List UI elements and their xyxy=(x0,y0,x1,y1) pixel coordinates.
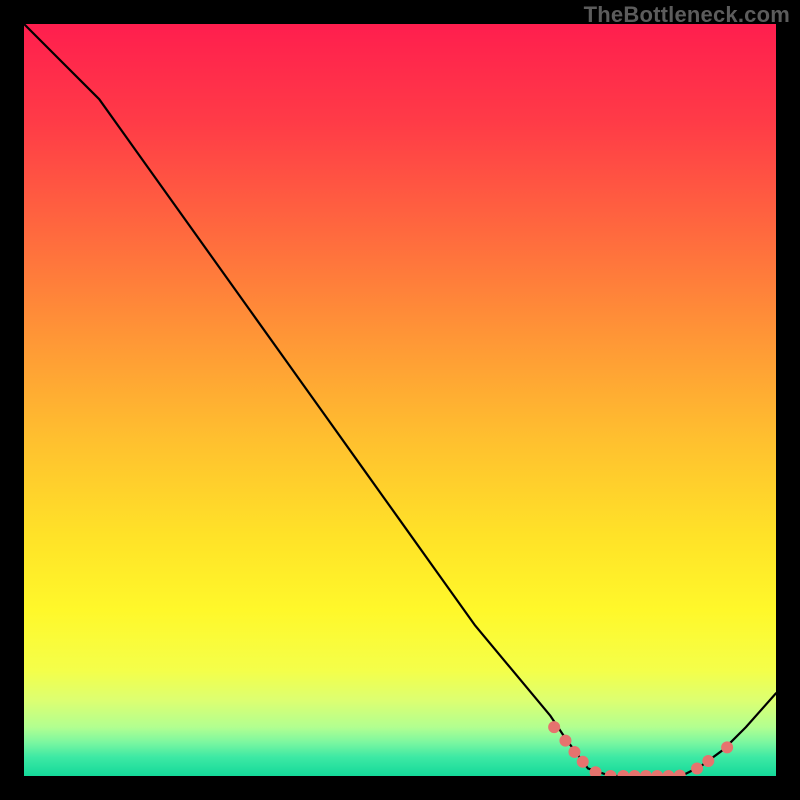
highlight-dot xyxy=(721,741,733,753)
highlight-dot xyxy=(691,762,703,774)
highlight-dot xyxy=(577,756,589,768)
highlight-dot xyxy=(559,735,571,747)
chart-frame: TheBottleneck.com xyxy=(0,0,800,800)
chart-canvas xyxy=(24,24,776,776)
gradient-background xyxy=(24,24,776,776)
plot-area xyxy=(24,24,776,776)
highlight-dot xyxy=(702,755,714,767)
highlight-dot xyxy=(568,746,580,758)
highlight-dot xyxy=(548,721,560,733)
watermark-text: TheBottleneck.com xyxy=(584,2,790,28)
